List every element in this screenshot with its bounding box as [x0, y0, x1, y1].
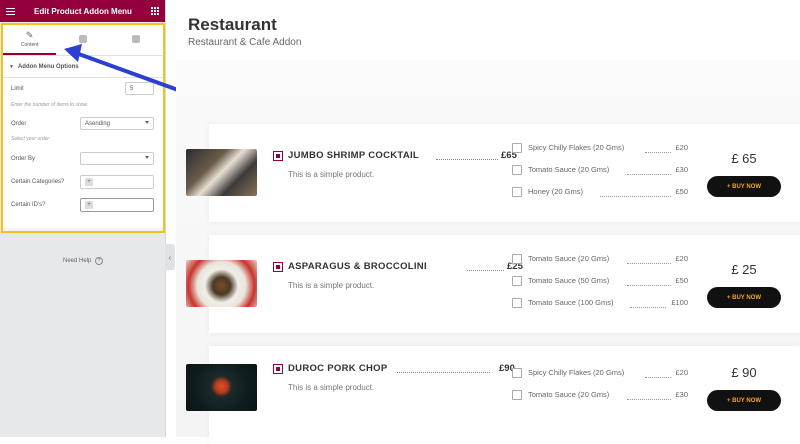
addon-leader: [627, 399, 671, 400]
addon-price: £100: [671, 298, 688, 307]
limit-label: Limit: [11, 86, 24, 92]
product-image[interactable]: [186, 260, 257, 307]
addon-leader: [600, 196, 671, 197]
addon-name: Tomato Sauce (50 Gms): [528, 276, 610, 285]
product-card: JUMBO SHRIMP COCKTAIL £65 This is a simp…: [186, 124, 800, 222]
ids-label: Certain ID's?: [11, 202, 46, 208]
addon-price: £50: [675, 187, 688, 196]
total-price: £ 25: [731, 262, 757, 277]
addon-name: Spicy Chilly Flakes (20 Gms): [528, 368, 625, 377]
categories-input[interactable]: +: [80, 175, 154, 189]
controls: Limit 5 Enter the number of items to sho…: [3, 78, 163, 228]
addon-leader: [645, 152, 671, 153]
tab-content-label: Content: [20, 41, 39, 48]
addon-checkbox[interactable]: [512, 254, 522, 264]
price-leader: [397, 372, 490, 373]
widgets-grid-icon[interactable]: [150, 7, 159, 15]
product-image[interactable]: [186, 364, 257, 411]
addon-item[interactable]: Tomato Sauce (20 Gms) £20: [512, 251, 688, 265]
product-description: This is a simple product.: [288, 281, 375, 290]
product-name: ASPARAGUS & BROCCOLINI: [288, 261, 427, 272]
ids-input[interactable]: +: [80, 198, 154, 212]
addon-item[interactable]: Tomato Sauce (50 Gms) £50: [512, 273, 688, 287]
page-subtitle: Restaurant & Cafe Addon: [188, 37, 302, 48]
add-icon[interactable]: +: [85, 178, 93, 186]
addon-leader: [630, 307, 666, 308]
addon-name: Tomato Sauce (20 Gms): [528, 165, 610, 174]
addon-name: Tomato Sauce (20 Gms): [528, 254, 610, 263]
question-icon: ?: [95, 257, 104, 265]
addon-price: £30: [675, 390, 688, 399]
order-description: Select your order.: [11, 136, 51, 142]
order-label: Order: [11, 121, 27, 127]
buy-now-button[interactable]: + BUY NOW: [707, 287, 781, 308]
price-leader: [436, 159, 498, 160]
addon-item[interactable]: Tomato Sauce (20 Gms) £30: [512, 387, 688, 401]
add-icon[interactable]: +: [85, 201, 93, 209]
addon-price: £20: [675, 254, 688, 263]
need-help-label: Need Help: [62, 258, 92, 264]
product-description: This is a simple product.: [288, 170, 375, 179]
chevron-down-icon: [145, 121, 149, 124]
addon-price: £50: [675, 276, 688, 285]
addon-name: Tomato Sauce (20 Gms): [528, 390, 610, 399]
pencil-icon: ✎: [25, 29, 34, 40]
page-title: Restaurant: [188, 15, 277, 34]
addon-leader: [645, 377, 671, 378]
collapse-panel-button[interactable]: ‹: [165, 244, 175, 270]
addon-checkbox[interactable]: [512, 276, 522, 286]
order-by-label: Order By: [11, 156, 36, 162]
caret-down-icon: ▼: [9, 63, 14, 70]
product-card: DUROC PORK CHOP £90 This is a simple pro…: [186, 346, 800, 444]
chevron-left-icon: ‹: [168, 252, 172, 262]
hamburger-menu-icon[interactable]: [6, 7, 15, 15]
addon-checkbox[interactable]: [512, 368, 522, 378]
addon-leader: [627, 263, 671, 264]
addon-checkbox[interactable]: [512, 187, 522, 197]
addon-name: Honey (20 Gms): [528, 187, 584, 196]
addon-item[interactable]: Tomato Sauce (20 Gms) £30: [512, 162, 688, 176]
categories-label: Certain Categories?: [11, 179, 65, 185]
addon-item[interactable]: Spicy Chilly Flakes (20 Gms) £20: [512, 140, 688, 154]
product-checkbox[interactable]: [273, 262, 283, 272]
editor-title: Edit Product Addon Menu: [34, 6, 132, 16]
editor-header: Edit Product Addon Menu: [0, 0, 165, 22]
order-select[interactable]: Asending: [80, 117, 154, 130]
addon-price: £20: [675, 143, 688, 152]
addon-item[interactable]: Tomato Sauce (100 Gms) £100: [512, 295, 688, 309]
product-description: This is a simple product.: [288, 383, 375, 392]
addon-leader: [627, 285, 671, 286]
addon-name: Tomato Sauce (100 Gms): [528, 298, 614, 307]
product-name: DUROC PORK CHOP: [288, 363, 388, 374]
total-price: £ 90: [731, 365, 757, 380]
annotation-arrow-icon: [64, 44, 180, 92]
product-checkbox[interactable]: [273, 364, 283, 374]
buy-now-button[interactable]: + BUY NOW: [707, 390, 781, 411]
need-help-link[interactable]: Need Help ?: [0, 257, 166, 265]
product-name: JUMBO SHRIMP COCKTAIL: [288, 150, 420, 161]
product-checkbox[interactable]: [273, 151, 283, 161]
product-image[interactable]: [186, 149, 257, 196]
addon-item[interactable]: Spicy Chilly Flakes (20 Gms) £20: [512, 365, 688, 379]
product-card: ASPARAGUS & BROCCOLINI £25 This is a sim…: [186, 235, 800, 333]
chevron-down-icon: [145, 156, 149, 159]
addon-checkbox[interactable]: [512, 165, 522, 175]
addon-checkbox[interactable]: [512, 298, 522, 308]
order-select-value: Asending: [85, 120, 111, 127]
tab-content[interactable]: ✎ Content: [3, 25, 57, 55]
addon-name: Spicy Chilly Flakes (20 Gms): [528, 143, 625, 152]
price-leader: [467, 270, 504, 271]
addon-price: £20: [675, 368, 688, 377]
limit-description: Enter the number of items to show.: [11, 102, 89, 108]
order-by-select[interactable]: [80, 152, 154, 165]
addon-checkbox[interactable]: [512, 143, 522, 153]
addon-item[interactable]: Honey (20 Gms) £50: [512, 184, 688, 198]
addon-price: £30: [675, 165, 688, 174]
buy-now-button[interactable]: + BUY NOW: [707, 176, 781, 197]
addon-leader: [627, 174, 671, 175]
total-price: £ 65: [731, 151, 757, 166]
addon-checkbox[interactable]: [512, 390, 522, 400]
preview-area: Restaurant Restaurant & Cafe Addon JUMBO…: [176, 0, 800, 444]
